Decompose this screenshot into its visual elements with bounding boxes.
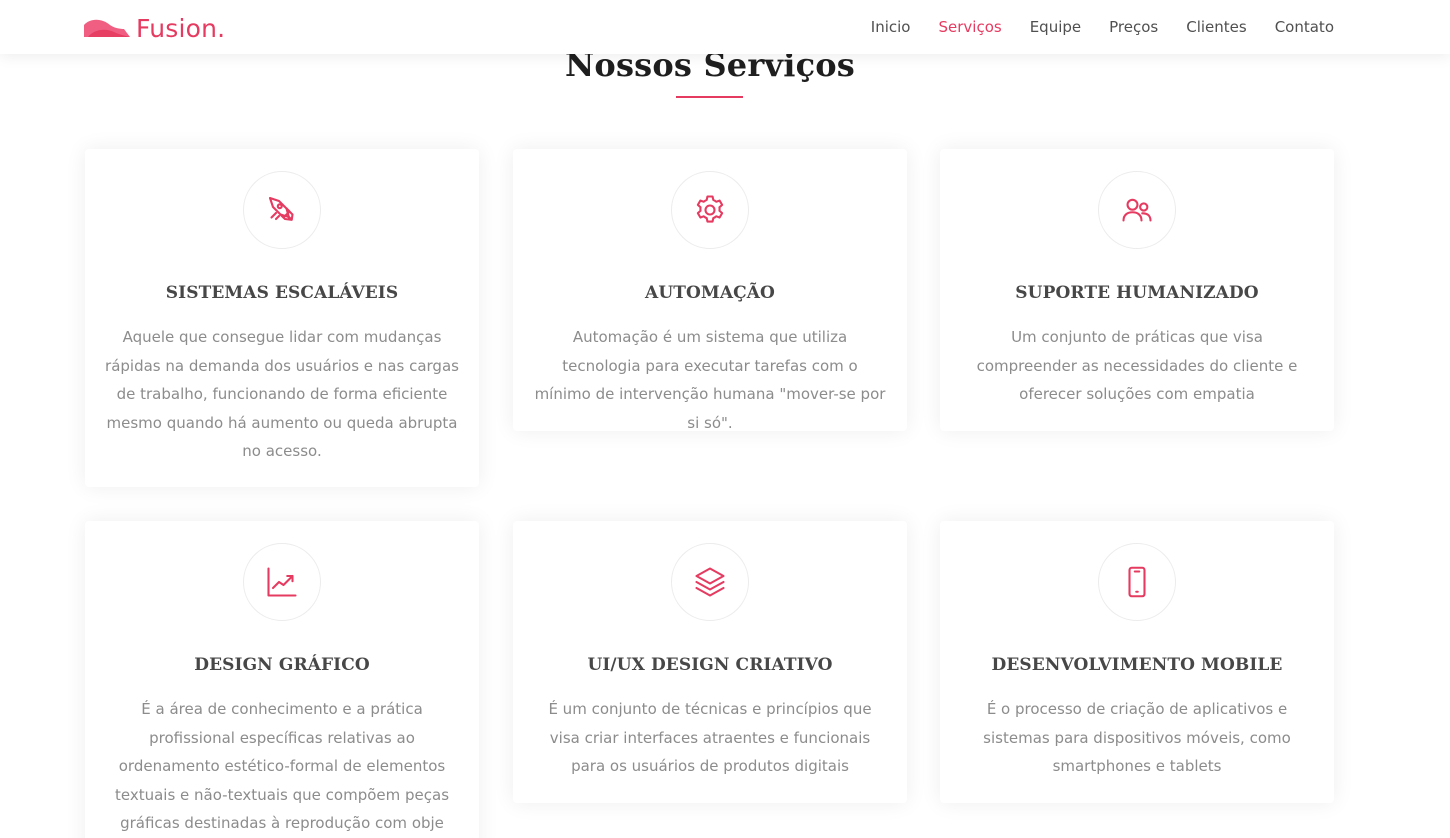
- service-card-desenvolvimento-mobile: DESENVOLVIMENTO MOBILE É o processo de c…: [940, 521, 1334, 803]
- card-description: Aquele que consegue lidar com mudanças r…: [105, 328, 459, 460]
- logo[interactable]: Fusion.: [84, 12, 225, 44]
- card-description: Automação é um sistema que utiliza tecno…: [534, 328, 886, 432]
- chart-line-icon: [267, 567, 297, 597]
- service-card-suporte-humanizado: SUPORTE HUMANIZADO Um conjunto de prátic…: [940, 149, 1334, 431]
- logo-text: Fusion.: [136, 13, 226, 43]
- nav-link-equipe[interactable]: Equipe: [1030, 16, 1081, 38]
- title-underline: [676, 96, 743, 98]
- icon-circle: [1098, 171, 1176, 249]
- service-card-design-grafico: DESIGN GRÁFICO É a área de conhecimento …: [85, 521, 479, 838]
- card-description: É o processo de criação de aplicativos e…: [983, 700, 1291, 775]
- service-card-ui-ux-design: UI/UX DESIGN CRIATIVO É um conjunto de t…: [513, 521, 907, 803]
- icon-circle: [671, 171, 749, 249]
- card-title: UI/UX DESIGN CRIATIVO: [587, 655, 833, 675]
- nav-link-inicio[interactable]: Inicio: [871, 16, 911, 38]
- smartphone-icon: [1128, 566, 1146, 598]
- gear-icon: [696, 195, 724, 223]
- logo-mark-icon: [84, 19, 130, 37]
- card-description: É a área de conhecimento e a prática pro…: [114, 700, 450, 832]
- card-title: SUPORTE HUMANIZADO: [1015, 283, 1259, 303]
- card-title: SISTEMAS ESCALÁVEIS: [165, 283, 399, 303]
- nav-link-contato[interactable]: Contato: [1275, 16, 1334, 38]
- nav-link-servicos[interactable]: Serviços: [939, 16, 1002, 38]
- nav-link-precos[interactable]: Preços: [1109, 16, 1158, 38]
- users-icon: [1122, 198, 1152, 222]
- navbar: Fusion. Inicio Serviços Equipe Preços Cl…: [0, 0, 1450, 54]
- rocket-icon: [268, 196, 294, 221]
- nav-link-clientes[interactable]: Clientes: [1186, 16, 1246, 38]
- card-description: Um conjunto de práticas que visa compree…: [976, 328, 1298, 403]
- layers-icon: [695, 567, 725, 597]
- card-title: DESIGN GRÁFICO: [194, 655, 370, 675]
- icon-circle: [671, 543, 749, 621]
- main-nav: Inicio Serviços Equipe Preços Clientes C…: [843, 16, 1334, 38]
- service-card-automacao: AUTOMAÇÃO Automação é um sistema que uti…: [513, 149, 907, 432]
- card-title: AUTOMAÇÃO: [645, 283, 775, 303]
- icon-circle: [1098, 543, 1176, 621]
- icon-circle: [243, 171, 321, 249]
- card-title: DESENVOLVIMENTO MOBILE: [991, 655, 1283, 675]
- card-description: É um conjunto de técnicas e princípios q…: [548, 700, 872, 775]
- service-card-sistemas-escalaveis: SISTEMAS ESCALÁVEIS Aquele que consegue …: [85, 149, 479, 487]
- icon-circle: [243, 543, 321, 621]
